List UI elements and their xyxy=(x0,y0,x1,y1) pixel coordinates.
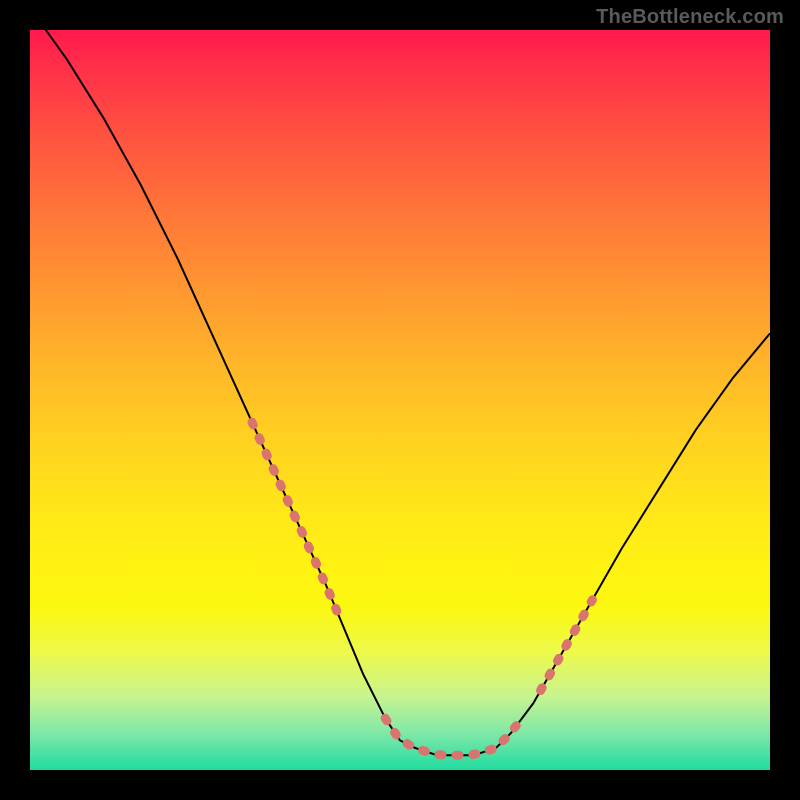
watermark-text: TheBottleneck.com xyxy=(596,6,784,29)
bottleneck-curve xyxy=(30,30,770,770)
